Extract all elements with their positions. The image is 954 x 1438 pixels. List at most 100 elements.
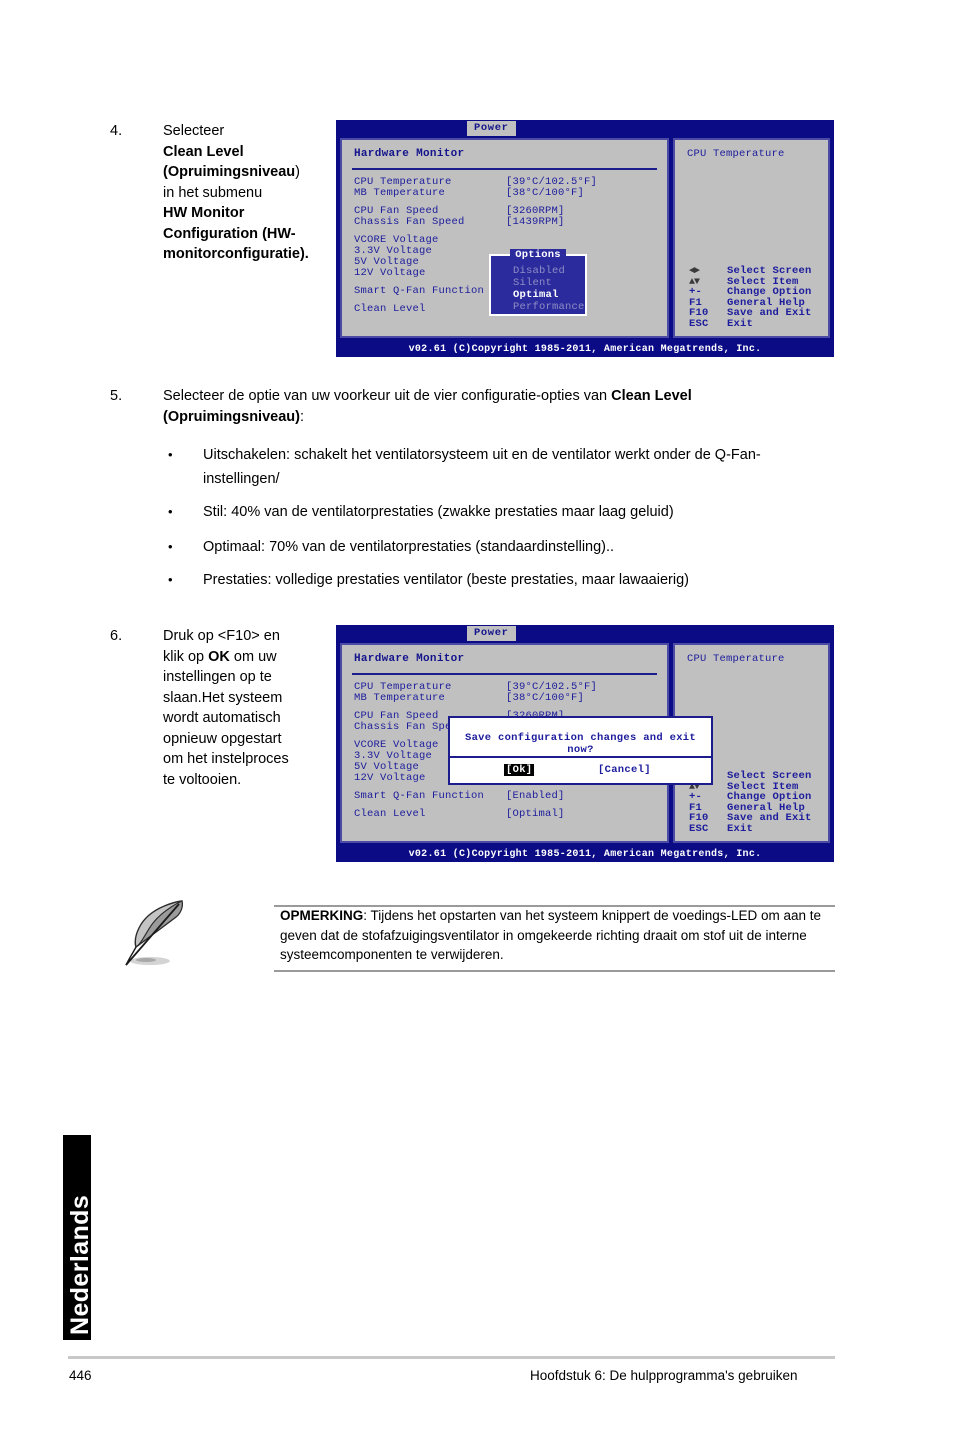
bios-monitor-label: Clean Level	[354, 808, 426, 820]
options-popup[interactable]: Options Disabled Silent Optimal Performance	[489, 249, 587, 316]
step-6-number: 6.	[110, 628, 123, 644]
options-popup-items: Disabled Silent Optimal Performance	[513, 265, 585, 313]
save-dialog-message: Save configuration changes and exit now?	[464, 732, 697, 756]
bios-monitor-value: [Optimal]	[506, 808, 565, 820]
bullet-marker: •	[168, 572, 173, 587]
bios-copyright-bar: v02.61 (C)Copyright 1985-2011, American …	[336, 342, 834, 357]
language-side-tab-label: Nederlands	[66, 1194, 94, 1335]
bios-monitor-row[interactable]: CPU Temperature [39°C/102.5°F]	[354, 176, 597, 188]
bios-title-rule	[352, 168, 657, 170]
bios-monitor-row[interactable]: CPU Fan Speed[3260RPM]	[354, 205, 597, 217]
bios-monitor-row[interactable]: VCORE Voltage	[354, 234, 597, 246]
step-4-line-3: (Opruimingsniveau	[163, 164, 296, 180]
bios-top-bar	[336, 120, 834, 137]
step-4-line-3-tail: )	[295, 164, 300, 180]
bullet-marker: •	[168, 504, 173, 519]
bios-monitor-row[interactable]: Chassis Fan Speed [1439RPM]	[354, 216, 597, 234]
bullet-marker: •	[168, 539, 173, 554]
bullet-text: Uitschakelen: schakelt het ventilatorsys…	[203, 447, 761, 487]
bios-tab-power[interactable]: Power	[467, 121, 516, 136]
bios-monitor-label: 12V Voltage	[354, 267, 426, 279]
bios-legend-row: ▲▼ Select Item	[689, 276, 812, 288]
footer-page-number: 446	[69, 1368, 92, 1383]
save-dialog-ok-button[interactable]: [Ok]	[504, 764, 535, 776]
bios-monitor-value: [38°C/100°F]	[506, 692, 585, 704]
bios-legend-row: F10 Save and Exit	[689, 307, 812, 319]
step-5-number: 5.	[110, 388, 123, 404]
options-popup-item[interactable]: Performance	[513, 301, 585, 313]
bios-tab-power-2[interactable]: Power	[467, 626, 516, 641]
step-4-line-4: in het submenu	[163, 184, 263, 201]
bios-legend-row: F1 General Help	[689, 297, 812, 309]
options-popup-item[interactable]: Optimal	[513, 289, 585, 301]
bios-monitor-row[interactable]: MB Temperature [38°C/100°F]	[354, 187, 597, 205]
bios-legend-row: ◄►Select Screen	[689, 265, 812, 277]
note-label: OPMERKING	[280, 908, 364, 923]
bios-monitor-value: [1439RPM]	[506, 216, 565, 228]
bios-legend-row: +- Change Option	[689, 791, 812, 803]
step-6-line-2-post: om uw	[229, 648, 277, 665]
bios-monitor-value: [38°C/100°F]	[506, 187, 585, 199]
step-6-text: Druk op <F10> en klik op OK om uw instel…	[163, 626, 335, 790]
quill-pen-icon	[120, 895, 200, 980]
save-dialog-cancel-button[interactable]: [Cancel]	[598, 764, 651, 776]
bullet-marker: •	[168, 447, 173, 462]
bios-monitor-row[interactable]: MB Temperature [38°C/100°F]	[354, 692, 597, 710]
bios-monitor-label: Smart Q-Fan Function	[354, 285, 485, 297]
save-config-dialog[interactable]: Save configuration changes and exit now?…	[448, 716, 713, 785]
bios-monitor-label: Chassis Fan Speed	[354, 216, 465, 228]
bios-monitor-row[interactable]: Smart Q-Fan Function [Enabled]	[354, 790, 597, 808]
bios-legend-key: ESC	[689, 317, 709, 330]
bios-legend-row: F1 General Help	[689, 802, 812, 814]
bios-top-bar-2	[336, 625, 834, 642]
step-5-text-pre: Selecteer de optie van uw voorkeur uit d…	[163, 388, 612, 404]
options-popup-item[interactable]: Silent	[513, 277, 585, 289]
step-4-line-1: Selecteer	[163, 123, 225, 139]
step-6-line-4: slaan.Het systeem	[163, 689, 283, 706]
bios-legend-row: F10 Save and Exit	[689, 812, 812, 824]
step-4-line-5: HW Monitor	[163, 205, 245, 221]
step-6-line-1: Druk op <F10> en	[163, 628, 280, 644]
bios-legend-text: Exit	[727, 822, 754, 835]
bios-monitor-row[interactable]: CPU Temperature [39°C/102.5°F]	[354, 681, 597, 693]
bios-legend-text: Exit	[727, 317, 754, 330]
bios-monitor-label: Smart Q-Fan Function	[354, 790, 485, 802]
bios-screenshot-options: Power Hardware Monitor CPU Temperature [3…	[336, 120, 834, 357]
bios-help-title: CPU Temperature	[687, 148, 785, 160]
options-popup-title: Options	[491, 249, 585, 261]
footer-rule	[68, 1356, 835, 1359]
step-6-line-2-pre: klik op	[163, 648, 209, 665]
step-4-line-6: Configuration (HW-	[163, 225, 296, 242]
step-5-text-post: :	[299, 408, 304, 425]
step-4-line-7-tail: ).	[299, 246, 309, 262]
bios-body: Hardware Monitor CPU Temperature [39°C/10…	[340, 138, 830, 338]
options-popup-item[interactable]: Disabled	[513, 265, 585, 277]
bullet-text: Optimaal: 70% van de ventilatorprestatie…	[203, 539, 615, 555]
bios-main-panel: Hardware Monitor CPU Temperature [39°C/10…	[340, 138, 669, 338]
bios-legend-row: ESC Exit	[689, 822, 812, 835]
step-4-text: Selecteer Clean Level (Opruimingsniveau)…	[163, 121, 335, 265]
bios-title-rule-2	[352, 673, 657, 675]
save-dialog-separator	[450, 756, 711, 758]
bios-legend-row: ESC Exit	[689, 317, 812, 330]
language-side-tab: Nederlands	[63, 1135, 94, 1340]
bios-copyright-bar-2: v02.61 (C)Copyright 1985-2011, American …	[336, 847, 834, 862]
step-6-line-7: om het instelproces	[163, 751, 289, 767]
note-text: OPMERKING: Tijdens het opstarten van het…	[280, 906, 828, 965]
bios-help-panel: CPU Temperature ◄► Select Screen ▲▼ Select …	[673, 138, 830, 338]
bios-monitor-value: [Enabled]	[506, 790, 565, 802]
footer-chapter: Hoofdstuk 6: De hulpprogramma's gebruike…	[530, 1368, 798, 1383]
bios-help-title-2: CPU Temperature	[687, 653, 785, 665]
bullet-text: Prestaties: volledige prestaties ventila…	[203, 572, 689, 588]
bios-monitor-label: MB Temperature	[354, 692, 446, 704]
step-5-bold-2: (Opruimingsniveau)	[163, 408, 300, 425]
bios-legend-key: ESC	[689, 822, 709, 835]
step-5-bold-1: Clean Level	[611, 388, 692, 404]
bios-panel-title: Hardware Monitor	[354, 148, 465, 160]
bios-monitor-label: MB Temperature	[354, 187, 446, 199]
step-6-line-3: instellingen op te	[163, 669, 272, 685]
step-6-line-8: te voltooien.	[163, 771, 242, 788]
bios-legend: ◄► Select Screen ▲▼ Select Item +- Change Opt…	[689, 265, 812, 330]
bios-monitor-row[interactable]: Clean Level [Optimal]	[354, 808, 597, 820]
note-bottom-rule	[274, 970, 835, 972]
